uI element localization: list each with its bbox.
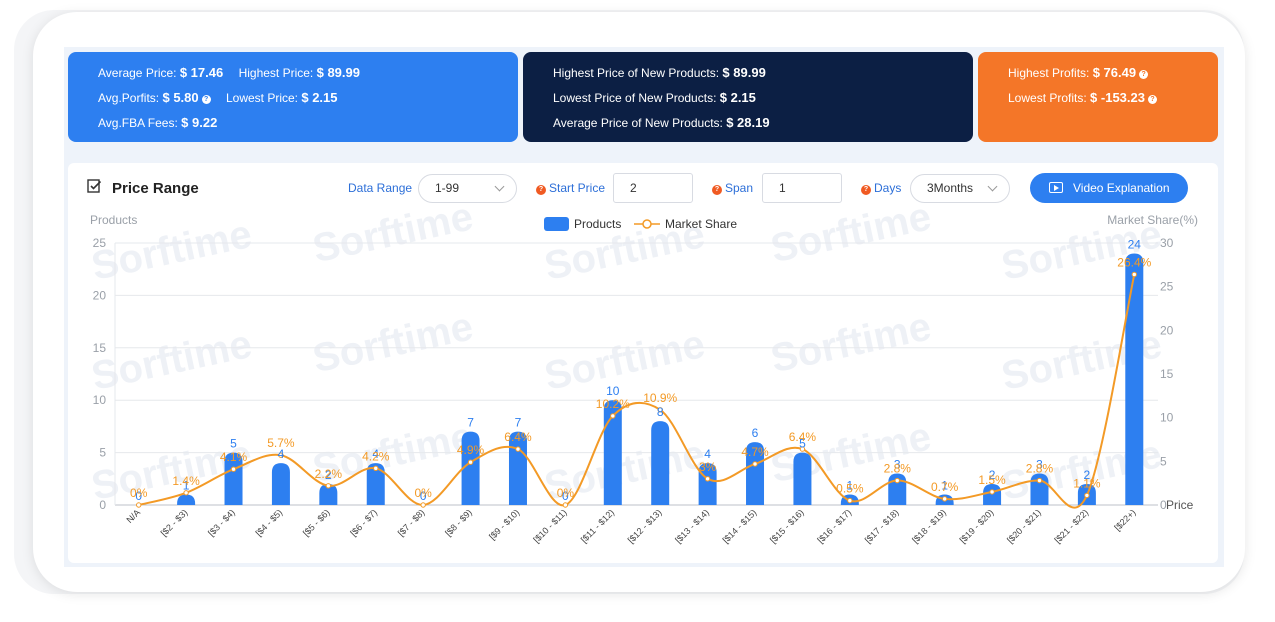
market-share-point [1131,271,1137,278]
share-value-label: 2.2% [315,467,343,481]
share-value-label: 0.7% [931,480,959,494]
bar-value-label: 8 [657,405,664,419]
market-share-point [704,476,711,482]
bar-value-label: 7 [467,416,474,430]
share-value-label: 4.7% [741,445,769,459]
bar [651,421,670,505]
x-tick-label: [$15 - $16) [768,507,806,545]
watermark: Sorftime [88,322,256,399]
market-share-point [989,489,995,495]
y2-tick-label: 20 [1160,323,1174,337]
market-share-point [1036,477,1043,484]
y2-tick-label: 10 [1160,411,1174,425]
watermark: Sorftime [767,304,935,381]
share-value-label: 4.9% [457,443,485,457]
share-value-label: 5.7% [267,436,295,450]
market-share-point [847,497,853,504]
share-value-label: 4.2% [362,449,390,463]
y2-axis-title: Market Share(%) [1107,213,1198,227]
watermark: Sorftime [309,304,477,381]
y2-tick-label: 25 [1160,280,1174,294]
share-value-label: 4.1% [220,450,248,464]
market-share-point [467,459,474,465]
share-value-label: 0% [130,486,148,500]
x-tick-label: [$6 - $7) [348,507,379,538]
x-tick-label: [$4 - $5) [254,507,285,538]
x-tick-label: [$13 - $14) [673,507,711,545]
y-tick-label: 0 [99,498,106,512]
y2-tick-label: 30 [1160,236,1174,250]
market-share-point [752,461,758,467]
x-tick-label: [$20 - $21) [1005,507,1043,545]
share-value-label: 1.4% [172,474,200,488]
market-share-point [230,466,237,472]
watermark: Sorftime [541,322,709,399]
market-share-point [420,502,426,508]
market-share-point [941,496,948,502]
x-axis-title: Price [1166,498,1194,512]
x-tick-label: [$5 - $6) [301,507,332,538]
y-tick-label: 25 [93,236,107,250]
legend-share-marker [642,219,652,229]
market-share-point [136,502,142,508]
share-value-label: 10.9% [643,391,677,405]
watermark: Sorftime [767,194,935,271]
legend-products-label: Products [574,217,621,231]
y2-tick-label: 5 [1160,454,1167,468]
x-tick-label: [$21 - $22) [1052,507,1090,545]
x-tick-label: [$17 - $18) [863,507,901,545]
market-share-point [894,477,900,484]
market-share-point [562,502,569,508]
x-tick-label: [$8 - $9) [443,507,474,538]
x-tick-label: [$14 - $15) [721,507,759,545]
y-tick-label: 15 [93,341,107,355]
x-tick-label: [$22+) [1112,507,1137,532]
x-tick-label: [$7 - $8) [396,507,427,538]
x-tick-label: [$3 - $4) [206,507,237,538]
share-value-label: 2.8% [1026,462,1054,476]
x-tick-label: [$9 - $10) [487,507,521,541]
bar-value-label: 5 [230,437,237,451]
y-axis-title: Products [90,213,137,227]
share-value-label: 6.4% [504,430,532,444]
y-tick-label: 5 [99,446,106,460]
bar [793,452,812,505]
x-tick-label: [$12 - $13) [626,507,664,545]
bar-value-label: 7 [515,416,522,430]
share-value-label: 1.1% [1073,476,1101,490]
share-value-label: 0% [557,486,575,500]
market-share-point [610,413,616,419]
x-tick-label: [$10 - $11) [531,507,568,544]
x-tick-label: [$2 - $3) [159,507,190,538]
share-value-label: 0.5% [836,482,864,496]
price-range-chart: Sorftime Sorftime Sorftime Sorftime Sorftime… [88,194,1198,545]
x-tick-label: [$11 - $12) [579,507,616,544]
share-value-label: 2.8% [884,462,912,476]
x-tick-label: N/A [124,507,142,525]
share-value-label: 1.5% [978,473,1006,487]
market-share-point [1084,492,1090,499]
y-tick-label: 10 [93,393,107,407]
bar [271,463,290,505]
x-tick-label: [$19 - $20) [958,507,996,545]
market-share-point [325,483,332,489]
bar-value-label: 24 [1128,237,1142,251]
legend-share-label: Market Share [665,217,737,231]
y-tick-label: 20 [93,288,107,302]
share-value-label: 26.4% [1117,255,1151,269]
bar-value-label: 6 [752,426,759,440]
x-tick-label: [$18 - $19) [910,507,948,545]
bar [177,494,196,505]
share-value-label: 0% [414,486,432,500]
market-share-point [373,465,379,472]
x-tick-label: [$16 - $17) [815,507,853,545]
watermark: Sorftime [309,194,477,271]
y2-tick-label: 15 [1160,367,1174,381]
legend-products-swatch [544,217,569,231]
share-value-label: 10.2% [596,397,630,411]
share-value-label: 3% [699,460,717,474]
bar [1125,253,1144,505]
share-value-label: 6.4% [789,430,817,444]
market-share-point [515,446,521,452]
